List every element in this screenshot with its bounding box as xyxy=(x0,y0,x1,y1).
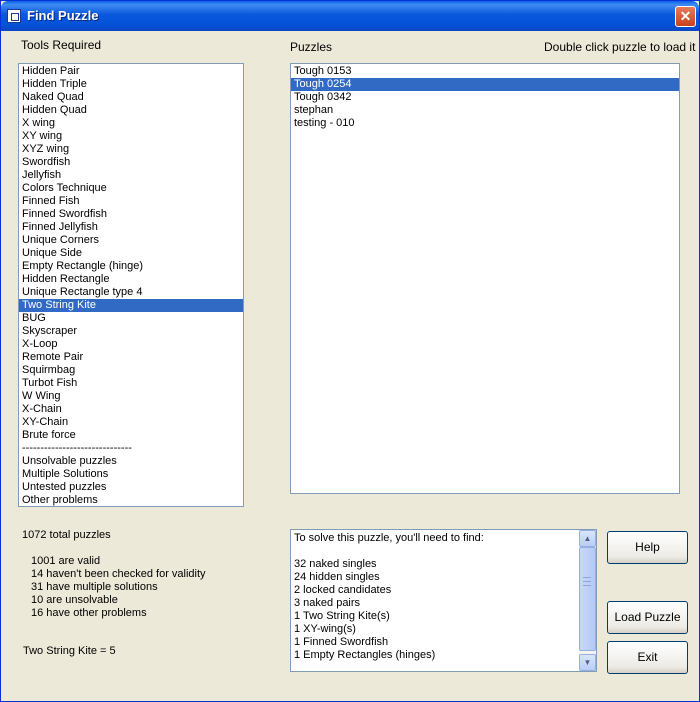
tool-list-item[interactable]: X wing xyxy=(19,117,243,130)
tool-list-item[interactable]: BUG xyxy=(19,312,243,325)
scroll-grip-icon xyxy=(583,577,591,586)
find-puzzle-window: Find Puzzle ✕ Tools Required Puzzles Dou… xyxy=(0,0,700,702)
puzzle-list-item[interactable]: Tough 0254 xyxy=(291,78,679,91)
requirement-line: 24 hidden singles xyxy=(294,571,380,583)
tool-list-item[interactable]: Remote Pair xyxy=(19,351,243,364)
status-line: 14 haven't been checked for validity xyxy=(31,568,206,580)
tool-list-item[interactable]: X-Chain xyxy=(19,403,243,416)
tool-list-item[interactable]: XY-Chain xyxy=(19,416,243,429)
tool-list-item[interactable]: Swordfish xyxy=(19,156,243,169)
scroll-down-icon[interactable]: ▼ xyxy=(579,654,596,671)
tool-list-item[interactable]: Empty Rectangle (hinge) xyxy=(19,260,243,273)
tool-list-item[interactable]: Naked Quad xyxy=(19,91,243,104)
tool-list-item[interactable]: Untested puzzles xyxy=(19,481,243,494)
puzzles-list[interactable]: Tough 0153 Tough 0254 Tough 0342 stephan tes… xyxy=(290,63,680,494)
close-button[interactable]: ✕ xyxy=(675,6,696,27)
tool-list-item[interactable]: XY wing xyxy=(19,130,243,143)
requirement-line: 3 naked pairs xyxy=(294,597,361,609)
puzzle-status-breakdown: 1001 are valid 14 haven't been checked fo… xyxy=(31,555,206,620)
requirement-line: 32 naked singles xyxy=(294,558,377,570)
tool-list-item[interactable]: Two String Kite xyxy=(19,299,243,312)
scroll-up-icon[interactable]: ▲ xyxy=(579,530,596,547)
total-puzzles-text: 1072 total puzzles xyxy=(22,529,111,541)
tool-list-item[interactable]: ------------------------------ xyxy=(19,442,243,455)
requirements-text: To solve this puzzle, you'll need to fin… xyxy=(291,530,596,662)
puzzle-list-item[interactable]: Tough 0153 xyxy=(291,65,679,78)
tool-list-item[interactable]: Skyscraper xyxy=(19,325,243,338)
puzzle-list-item[interactable]: stephan xyxy=(291,104,679,117)
tool-list-item[interactable]: Turbot Fish xyxy=(19,377,243,390)
scroll-thumb[interactable] xyxy=(579,547,596,651)
tool-list-item[interactable]: Hidden Rectangle xyxy=(19,273,243,286)
tool-list-item[interactable]: Finned Fish xyxy=(19,195,243,208)
tool-list-item[interactable]: Unique Corners xyxy=(19,234,243,247)
tool-list-item[interactable]: Brute force xyxy=(19,429,243,442)
requirement-line: 1 Empty Rectangles (hinges) xyxy=(294,649,436,661)
requirement-line: To solve this puzzle, you'll need to fin… xyxy=(294,532,484,544)
tool-list-item[interactable]: Hidden Triple xyxy=(19,78,243,91)
requirement-line: 2 locked candidates xyxy=(294,584,392,596)
window-title: Find Puzzle xyxy=(27,8,99,23)
exit-button[interactable]: Exit xyxy=(607,641,688,674)
puzzle-statistics: 1072 total puzzles xyxy=(22,529,111,542)
selected-tool-count-text: Two String Kite = 5 xyxy=(23,645,116,657)
status-line: 1001 are valid xyxy=(31,555,101,567)
selected-tool-count: Two String Kite = 5 xyxy=(23,645,116,658)
tool-list-item[interactable]: Hidden Pair xyxy=(19,65,243,78)
requirements-textbox[interactable]: To solve this puzzle, you'll need to fin… xyxy=(290,529,597,672)
tool-list-item[interactable]: Unique Rectangle type 4 xyxy=(19,286,243,299)
tool-list-item[interactable]: Unique Side xyxy=(19,247,243,260)
load-puzzle-button[interactable]: Load Puzzle xyxy=(607,601,688,634)
puzzle-list-item[interactable]: testing - 010 xyxy=(291,117,679,130)
requirement-line: 1 Finned Swordfish xyxy=(294,636,389,648)
tool-list-item[interactable]: W Wing xyxy=(19,390,243,403)
app-icon xyxy=(7,9,21,23)
status-line: 31 have multiple solutions xyxy=(31,581,158,593)
help-button[interactable]: Help xyxy=(607,531,688,564)
tool-list-item[interactable]: Finned Jellyfish xyxy=(19,221,243,234)
status-line: 10 are unsolvable xyxy=(31,594,118,606)
puzzles-label: Puzzles xyxy=(290,40,333,54)
tool-list-item[interactable]: XYZ wing xyxy=(19,143,243,156)
tool-list-item[interactable]: X-Loop xyxy=(19,338,243,351)
tool-list-item[interactable]: Other problems xyxy=(19,494,243,506)
tool-list-item[interactable]: Squirmbag xyxy=(19,364,243,377)
tools-required-label: Tools Required xyxy=(21,38,102,52)
tool-list-item[interactable]: Multiple Solutions xyxy=(19,468,243,481)
load-hint-label: Double click puzzle to load it xyxy=(544,40,696,54)
requirements-scrollbar[interactable]: ▲ ▼ xyxy=(579,530,596,671)
requirement-line: 1 Two String Kite(s) xyxy=(294,610,390,622)
puzzle-list-item[interactable]: Tough 0342 xyxy=(291,91,679,104)
tool-list-item[interactable]: Hidden Quad xyxy=(19,104,243,117)
tool-list-item[interactable]: Finned Swordfish xyxy=(19,208,243,221)
requirement-line xyxy=(291,545,596,558)
tool-list-item[interactable]: Jellyfish xyxy=(19,169,243,182)
tool-list-item[interactable]: Unsolvable puzzles xyxy=(19,455,243,468)
tool-list-item[interactable]: Colors Technique xyxy=(19,182,243,195)
status-line: 16 have other problems xyxy=(31,607,147,619)
requirement-line: 1 XY-wing(s) xyxy=(294,623,356,635)
tools-required-list[interactable]: Hidden Pair Hidden Triple Naked Quad Hidden… xyxy=(18,63,244,507)
title-bar[interactable]: Find Puzzle ✕ xyxy=(1,1,699,31)
